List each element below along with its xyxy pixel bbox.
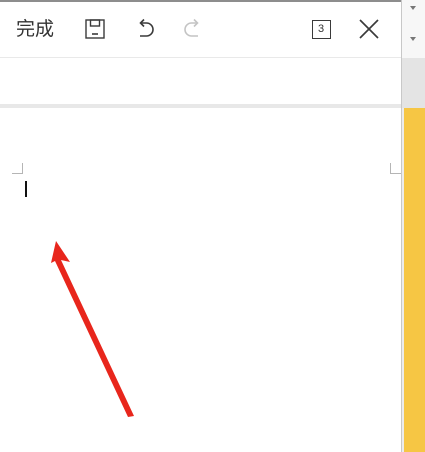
background-dropdown-arrow-icon[interactable] bbox=[410, 6, 416, 10]
editor-panel: 完成 3 bbox=[0, 0, 401, 452]
close-button[interactable] bbox=[355, 15, 383, 43]
save-icon bbox=[84, 18, 106, 40]
save-button[interactable] bbox=[81, 15, 109, 43]
screenshot-frame: 完成 3 bbox=[0, 0, 425, 452]
editor-subbar bbox=[0, 58, 401, 104]
text-cursor bbox=[25, 181, 27, 197]
background-yellow-region bbox=[404, 108, 425, 452]
text-editor-area[interactable] bbox=[0, 108, 401, 452]
done-button[interactable]: 完成 bbox=[12, 17, 58, 43]
background-dropdown-arrow-icon[interactable] bbox=[410, 37, 416, 41]
margin-corner-mark bbox=[12, 163, 23, 174]
page-count-button[interactable]: 3 bbox=[307, 15, 335, 43]
close-icon bbox=[357, 17, 381, 41]
editor-toolbar: 完成 3 bbox=[0, 2, 401, 57]
redo-button[interactable] bbox=[179, 15, 207, 43]
margin-corner-mark bbox=[390, 163, 401, 174]
undo-icon bbox=[133, 17, 157, 41]
redo-icon bbox=[181, 17, 205, 41]
background-window-band bbox=[402, 58, 425, 108]
undo-button[interactable] bbox=[131, 15, 159, 43]
page-count-badge: 3 bbox=[311, 19, 331, 39]
